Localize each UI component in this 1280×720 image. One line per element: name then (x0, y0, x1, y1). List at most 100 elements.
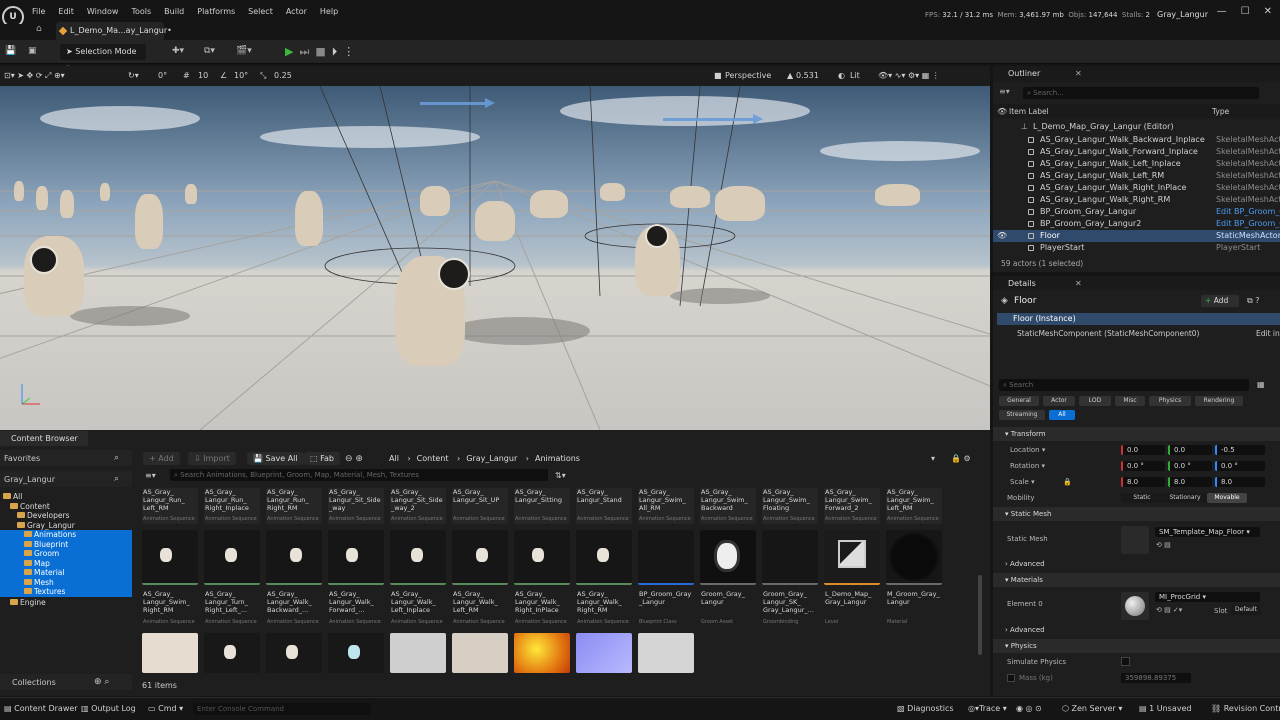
filter-icon[interactable]: ≡▾ (145, 471, 156, 480)
asset-thumbnail[interactable] (638, 530, 694, 585)
asset-tile[interactable]: AS_Gray_ Langur_Sit_Side _way_2 Animation… (390, 488, 446, 524)
details-tab[interactable]: Details (1008, 279, 1036, 288)
asset-thumbnail[interactable] (824, 530, 880, 585)
tree-all[interactable]: All (3, 492, 22, 502)
search-icon[interactable]: ⌕ (114, 453, 119, 463)
asset-thumbnail[interactable] (328, 633, 384, 673)
asset-tile[interactable]: AS_Gray_ Langur_Sit_Side _way Animation S… (328, 488, 384, 524)
scale-snap-icon[interactable]: ⤡ (260, 71, 266, 81)
menu-edit[interactable]: Edit (58, 7, 74, 16)
tree-map[interactable]: Map (24, 559, 50, 569)
perspective-dropdown[interactable]: Perspective (725, 71, 771, 80)
scale-snap-value[interactable]: 0.25 (274, 71, 292, 80)
asset-thumbnail[interactable] (514, 633, 570, 673)
save-icon[interactable]: 💾 (5, 46, 16, 56)
angle-snap-value[interactable]: 10° (234, 71, 248, 80)
scrollbar[interactable] (978, 575, 982, 655)
camera-speed-icon[interactable]: ▲ (787, 71, 793, 80)
asset-tile[interactable]: AS_Gray_ Langur_Swim_ Floating Animation … (762, 488, 818, 524)
outliner-row[interactable]: BP_Groom_Gray_Langur2 Edit BP_Groom_G (993, 218, 1280, 230)
component-row[interactable]: StaticMeshComponent (StaticMeshComponent… (1017, 329, 1199, 338)
trace-dropdown[interactable]: ◎▾Trace ▾ (968, 704, 1007, 713)
rotation-y[interactable]: 0.0 ° (1168, 461, 1212, 471)
langur-actor[interactable] (36, 186, 48, 210)
console-input[interactable]: Enter Console Command (193, 703, 371, 715)
tree-gray-langur[interactable]: Gray_Langur (17, 521, 75, 531)
home-icon[interactable]: ⌂ (36, 24, 52, 38)
asset-thumbnail[interactable] (514, 530, 570, 585)
collections-header[interactable]: Collections ⊕ ⌕ (0, 674, 132, 690)
tree-blueprint[interactable]: Blueprint (24, 540, 68, 550)
component-root-row[interactable]: Floor (Instance) (997, 313, 1280, 325)
langur-actor[interactable] (295, 191, 323, 246)
cb-search-input[interactable]: ⌕ Search Animations, Blueprint, Groom, M… (170, 469, 548, 481)
tree-textures[interactable]: Textures (24, 587, 65, 597)
level-viewport[interactable] (0, 86, 990, 430)
outliner-row[interactable]: AS_Gray_Langur_Walk_Forward_Inplace Skele… (993, 146, 1280, 158)
grid-view-icon[interactable]: ▦ (1257, 380, 1265, 389)
add-collection-icon[interactable]: ⊕ ⌕ (94, 677, 109, 687)
rotation-snap-value[interactable]: 0° (158, 71, 167, 80)
camera-speed-value[interactable]: 0.531 (796, 71, 819, 80)
outliner-search-input[interactable]: ⌕ Search... (1023, 87, 1259, 99)
transform-tools[interactable]: ⊡▾ ➤ ✥ ⟳ ⤢ ⊕▾ (4, 71, 65, 81)
langur-actor[interactable] (100, 183, 110, 201)
filter-physics[interactable]: Physics (1149, 396, 1191, 406)
filter-all[interactable]: All (1049, 410, 1075, 420)
content-drawer-button[interactable]: ▤ Content Drawer (4, 704, 78, 713)
asset-tile[interactable]: AS_Gray_ Langur_Run_ Left_RM Animation Se… (142, 488, 198, 524)
tree-developers[interactable]: Developers (17, 511, 69, 521)
filter-streaming[interactable]: Streaming (999, 410, 1045, 420)
menu-help[interactable]: Help (320, 7, 338, 16)
diagnostics-button[interactable]: ▧ Diagnostics (897, 704, 954, 713)
asset-thumbnail[interactable] (638, 633, 694, 673)
stop-icon[interactable]: ■ (315, 45, 325, 59)
asset-thumbnail[interactable] (886, 530, 942, 585)
langur-actor[interactable] (670, 186, 710, 208)
project-header[interactable]: Gray_Langur ⌕ (0, 471, 132, 487)
transform-section[interactable]: ▾ Transform (993, 427, 1280, 441)
asset-tile[interactable]: AS_Gray_ Langur_Stand Animation Sequence (576, 488, 632, 524)
asset-tile[interactable]: AS_Gray_ Langur_Sitting Animation Sequenc… (514, 488, 570, 524)
outliner-row-selected[interactable]: 👁 Floor StaticMeshActor (993, 230, 1280, 242)
langur-actor[interactable] (715, 186, 765, 221)
asset-thumbnail[interactable] (204, 530, 260, 585)
langur-actor[interactable] (135, 194, 163, 249)
material-picker[interactable]: MI_ProcGrid ▾ (1155, 592, 1260, 602)
langur-actor[interactable] (60, 190, 74, 218)
scale-dropdown[interactable]: Scale ▾ (1010, 478, 1035, 486)
asset-thumbnail[interactable] (576, 530, 632, 585)
advanced-materials-section[interactable]: › Advanced (993, 623, 1280, 637)
outliner-row[interactable]: AS_Gray_Langur_Walk_Right_RM SkeletalMesh… (993, 194, 1280, 206)
outliner-row[interactable]: AS_Gray_Langur_Walk_Left_Inplace Skeletal… (993, 158, 1280, 170)
menu-select[interactable]: Select (248, 7, 273, 16)
tree-animations[interactable]: Animations (24, 530, 76, 540)
default-slot-dropdown[interactable]: Default (1231, 605, 1261, 615)
langur-actor[interactable] (420, 186, 450, 216)
outliner-row[interactable]: AS_Gray_Langur_Walk_Right_InPlace Skeleta… (993, 182, 1280, 194)
breadcrumb-content[interactable]: Content (417, 454, 449, 463)
rotation-dropdown[interactable]: Rotation ▾ (1010, 462, 1045, 470)
revision-control-button[interactable]: ⛓ Revision Control (1211, 704, 1280, 713)
static-mesh-picker[interactable]: SM_Template_Map_Floor ▾ (1155, 527, 1260, 537)
outliner-tab[interactable]: Outliner (1008, 69, 1040, 78)
asset-thumbnail[interactable] (452, 633, 508, 673)
history-back-icon[interactable]: ⊖ ⊕ (345, 454, 363, 464)
simulate-physics-checkbox[interactable] (1121, 657, 1130, 666)
langur-actor[interactable] (600, 183, 625, 201)
menu-platforms[interactable]: Platforms (197, 7, 235, 16)
tree-material[interactable]: Material (24, 568, 64, 578)
materials-section[interactable]: ▾ Materials (993, 573, 1280, 587)
edit-in-link[interactable]: Edit in (1256, 329, 1280, 338)
rotation-x[interactable]: 0.0 ° (1121, 461, 1165, 471)
show-icon[interactable]: 👁▾ ∿▾ ⚙▾ ▦ ⋮ (878, 71, 940, 80)
asset-tile[interactable]: AS_Gray_ Langur_Swim_ All_RM Animation Se… (638, 488, 694, 524)
scale-z[interactable]: 8.0 (1215, 477, 1265, 487)
step-icon[interactable]: ⏭ (299, 45, 309, 59)
close-icon[interactable]: ✕ (1075, 279, 1082, 288)
content-browser-tab[interactable]: Content Browser ✕ (0, 431, 88, 458)
asset-thumbnail[interactable] (142, 633, 198, 673)
breadcrumb-gray-langur[interactable]: Gray_Langur (466, 454, 517, 463)
more-options-icon[interactable]: ⋮ (343, 45, 354, 59)
asset-thumbnail[interactable] (390, 633, 446, 673)
